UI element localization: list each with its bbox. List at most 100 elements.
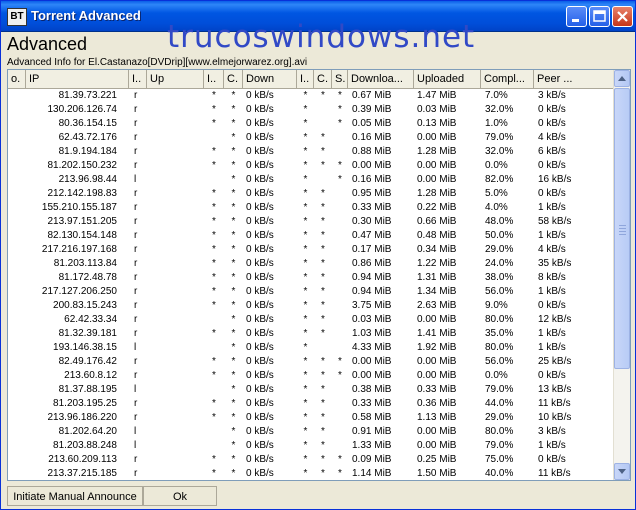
cell-c: * [231, 412, 236, 423]
table-row[interactable]: 217.216.197.168 r * * 0 kB/s * * 0.17 MiB 0.34 M… [8, 243, 614, 257]
table-row[interactable]: 213.37.215.185 r * * 0 kB/s * * * 1.14 MiB 1.50 M… [8, 467, 614, 480]
table-row[interactable]: 81.172.48.78 r * * 0 kB/s * * 0.94 MiB 1.31 MiB 3… [8, 271, 614, 285]
table-row[interactable]: 213.60.209.113 r * * 0 kB/s * * * 0.09 MiB 0.25 M… [8, 453, 614, 467]
cell-peer-speed: 12 kB/s [538, 314, 572, 325]
cell-inc: r [134, 314, 138, 325]
cell-peer-speed: 35 kB/s [538, 258, 572, 269]
table-row[interactable]: 217.127.206.250 r * * 0 kB/s * * 0.94 MiB 1.34 M… [8, 285, 614, 299]
cell-ip: 81.9.194.184 [58, 146, 117, 157]
cell-down: 0 kB/s [246, 90, 274, 101]
column-header-downloaded[interactable]: Downloa... [348, 70, 414, 88]
table-row[interactable]: 82.130.154.148 r * * 0 kB/s * * 0.47 MiB 0.48 Mi… [8, 229, 614, 243]
column-header-down[interactable]: Down [243, 70, 297, 88]
column-header-i2[interactable]: I.. [297, 70, 314, 88]
cell-c2: * [321, 328, 325, 339]
table-row[interactable]: 81.203.88.248 l * 0 kB/s * * 1.33 MiB 0.00 MiB 7… [8, 439, 614, 453]
cell-i: * [212, 328, 216, 339]
cell-order [8, 439, 26, 453]
cell-s: * [338, 468, 342, 479]
table-row[interactable]: 193.146.38.15 l * 0 kB/s * 4.33 MiB 1.92 MiB 80… [8, 341, 614, 355]
column-header-up[interactable]: Up [147, 70, 204, 88]
ok-button[interactable]: Ok [143, 486, 217, 506]
cell-completed: 38.0% [485, 272, 514, 283]
cell-uploaded: 0.48 MiB [417, 230, 457, 241]
cell-i2: * [303, 286, 308, 297]
column-header-c2[interactable]: C. [314, 70, 332, 88]
column-header-order[interactable]: o. [8, 70, 26, 88]
cell-inc: r [134, 146, 138, 157]
cell-i: * [212, 160, 216, 171]
maximize-button[interactable] [589, 6, 610, 27]
cell-ip: 81.203.113.84 [53, 258, 117, 269]
column-header-s[interactable]: S. [332, 70, 348, 88]
cell-s [332, 215, 348, 229]
cell-peer-speed: 11 kB/s [538, 398, 571, 409]
cell-down: 0 kB/s [246, 132, 274, 143]
cell-completed: 1.0% [485, 118, 508, 129]
column-header-ip[interactable]: IP [26, 70, 129, 88]
cell-order [8, 131, 26, 145]
cell-inc: r [134, 258, 138, 269]
table-row[interactable]: 213.96.186.220 r * * 0 kB/s * * 0.58 MiB 1.13 Mi… [8, 411, 614, 425]
table-row[interactable]: 82.49.176.42 r * * 0 kB/s * * * 0.00 MiB 0.00 MiB… [8, 355, 614, 369]
cell-i2: * [303, 104, 308, 115]
scroll-up-button[interactable] [614, 70, 630, 87]
table-row[interactable]: 81.32.39.181 r * * 0 kB/s * * 1.03 MiB 1.41 MiB 3… [8, 327, 614, 341]
app-bt-icon[interactable]: BT [7, 8, 27, 26]
column-header-i[interactable]: I.. [204, 70, 224, 88]
cell-ip: 80.36.154.15 [58, 118, 117, 129]
cell-c: * [231, 132, 236, 143]
cell-ip: 200.83.15.243 [53, 300, 117, 311]
cell-c2: * [321, 300, 325, 311]
cell-peer-speed: 0 kB/s [538, 160, 566, 171]
table-row[interactable]: 81.202.150.232 r * * 0 kB/s * * * 0.00 MiB 0.00 M… [8, 159, 614, 173]
cell-ip: 213.37.215.185 [47, 468, 117, 479]
cell-i2: * [303, 188, 308, 199]
scroll-thumb[interactable] [614, 88, 630, 369]
table-row[interactable]: 213.96.98.44 l * 0 kB/s * * 0.16 MiB 0.00 MiB 82… [8, 173, 614, 187]
cell-uploaded: 1.47 MiB [417, 90, 457, 101]
table-row[interactable]: 213.60.8.12 r * * 0 kB/s * * * 0.00 MiB 0.00 MiB 0… [8, 369, 614, 383]
table-row[interactable]: 81.9.194.184 r * * 0 kB/s * * 0.88 MiB 1.28 MiB 3… [8, 145, 614, 159]
cell-up [147, 411, 204, 425]
thumb-grip-line [619, 225, 626, 226]
table-row[interactable]: 81.39.73.221 r * * 0 kB/s * * * 0.67 MiB 1.47 MiB… [8, 89, 614, 103]
column-header-c[interactable]: C. [224, 70, 243, 88]
table-row[interactable]: 81.203.113.84 r * * 0 kB/s * * 0.86 MiB 1.22 MiB… [8, 257, 614, 271]
cell-i2: * [303, 202, 308, 213]
column-header-peer-speed[interactable]: Peer ... [534, 70, 614, 88]
cell-ip: 193.146.38.15 [53, 342, 117, 353]
column-header-completed[interactable]: Compl... [481, 70, 534, 88]
cell-completed: 50.0% [485, 230, 514, 241]
peers-table[interactable]: o. IP I.. Up I.. C. Down I.. C. S. Downloa... Uploa… [7, 69, 631, 481]
cell-up [147, 327, 204, 341]
table-row[interactable]: 81.202.64.20 l * 0 kB/s * * 0.91 MiB 0.00 MiB 80… [8, 425, 614, 439]
cell-i: * [212, 188, 216, 199]
table-row[interactable]: 200.83.15.243 r * * 0 kB/s * * 3.75 MiB 2.63 MiB… [8, 299, 614, 313]
cell-c2 [314, 117, 332, 131]
scroll-down-button[interactable] [614, 463, 630, 480]
table-row[interactable]: 155.210.155.187 r * * 0 kB/s * * 0.33 MiB 0.22 M… [8, 201, 614, 215]
cell-completed: 80.0% [485, 314, 514, 325]
table-row[interactable]: 213.97.151.205 r * * 0 kB/s * * 0.30 MiB 0.66 Mi… [8, 215, 614, 229]
table-row[interactable]: 80.36.154.15 r * * 0 kB/s * * 0.05 MiB 0.13 MiB 1… [8, 117, 614, 131]
vertical-scrollbar[interactable] [613, 70, 630, 480]
table-row[interactable]: 62.42.33.34 r * 0 kB/s * * 0.03 MiB 0.00 MiB 80.… [8, 313, 614, 327]
cell-inc: r [134, 412, 138, 423]
table-row[interactable]: 62.43.72.176 r * 0 kB/s * * 0.16 MiB 0.00 MiB 79… [8, 131, 614, 145]
close-button[interactable] [612, 6, 633, 27]
table-row[interactable]: 130.206.126.74 r * * 0 kB/s * * 0.39 MiB 0.03 Mi… [8, 103, 614, 117]
table-row[interactable]: 81.203.195.25 r * * 0 kB/s * * 0.33 MiB 0.36 MiB… [8, 397, 614, 411]
cell-downloaded: 1.14 MiB [352, 468, 392, 479]
table-row[interactable]: 81.37.88.195 l * 0 kB/s * * 0.38 MiB 0.33 MiB 79… [8, 383, 614, 397]
minimize-button[interactable] [566, 6, 587, 27]
column-header-inc[interactable]: I.. [129, 70, 147, 88]
cell-order [8, 257, 26, 271]
cell-s [332, 411, 348, 425]
cell-i: * [212, 104, 216, 115]
cell-peer-speed: 8 kB/s [538, 272, 566, 283]
cell-s [332, 313, 348, 327]
initiate-manual-announce-button[interactable]: Initiate Manual Announce [7, 486, 143, 506]
table-row[interactable]: 212.142.198.83 r * * 0 kB/s * * 0.95 MiB 1.28 Mi… [8, 187, 614, 201]
column-header-uploaded[interactable]: Uploaded [414, 70, 481, 88]
